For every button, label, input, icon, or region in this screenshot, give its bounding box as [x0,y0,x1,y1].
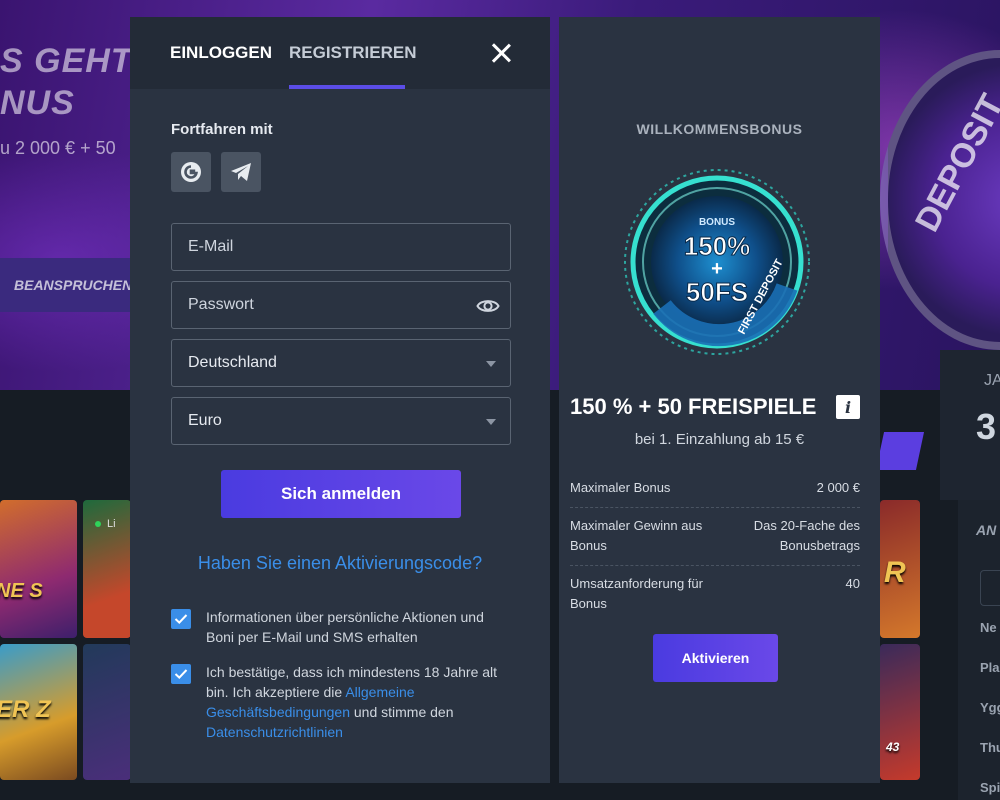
modal-tabs: EINLOGGEN REGISTRIEREN [130,17,550,89]
promo-strip [875,432,925,470]
jackpot-panel: JA 3 [940,350,1000,500]
password-field[interactable] [171,281,511,329]
marketing-consent: Informationen über persönliche Aktionen … [171,607,511,651]
privacy-link[interactable]: Datenschutzrichtlinien [206,724,343,740]
registration-modal: EINLOGGEN REGISTRIEREN Fortfahren mit De… [130,17,550,783]
bonus-detail-row: Umsatzanforderung für Bonus 40 [570,566,860,620]
provider-search-input[interactable] [980,570,1000,606]
terms-consent-text: Ich bestätige, dass ich mindestens 18 Ja… [206,664,498,740]
bonus-detail-label: Maximaler Gewinn aus Bonus [570,518,703,553]
bonus-header: WILLKOMMENSBONUS [636,121,803,137]
providers-heading: AN [976,522,997,538]
register-submit-button[interactable]: Sich anmelden [221,470,461,518]
svg-text:BONUS: BONUS [699,217,735,228]
bonus-subtitle: bei 1. Einzahlung ab 15 € [634,431,805,448]
game-tile[interactable]: NE S [0,500,77,638]
provider-item[interactable]: Thu [980,740,1000,755]
country-select[interactable]: Deutschland [171,339,511,387]
country-value: Deutschland [188,354,277,371]
live-badge: Li [95,518,116,530]
password-input[interactable] [172,282,510,328]
marketing-consent-text: Informationen über persönliche Aktionen … [206,609,484,645]
claim-button[interactable]: BEANSPRUCHEN [0,258,130,312]
bonus-detail-value: 40 [845,576,860,591]
currency-select[interactable]: Euro [171,397,511,445]
tab-register[interactable]: REGISTRIEREN [289,43,417,63]
provider-item[interactable]: Pla [980,660,1000,675]
game-tile[interactable] [83,644,131,780]
bonus-detail-row: Maximaler Bonus 2 000 € [570,469,860,508]
game-tile[interactable]: ER Z [0,644,77,780]
welcome-bonus-panel: WILLKOMMENSBONUS BONUS 150% + 50FS FIRST… [559,17,880,783]
provider-item[interactable]: Ygg [980,700,1000,715]
game-tile-live[interactable]: Li [83,500,131,638]
svg-text:150%: 150% [684,231,751,261]
telegram-login-button[interactable] [221,152,261,192]
close-icon[interactable] [488,40,514,66]
google-login-button[interactable] [171,152,211,192]
marketing-checkbox[interactable] [171,609,191,629]
bonus-detail-label: Maximaler Bonus [570,480,671,495]
provider-item[interactable]: Spi [980,780,1000,795]
check-icon [174,669,188,680]
chevron-down-icon [486,361,496,367]
activate-bonus-button[interactable]: Aktivieren [653,634,778,682]
hero-title: S GEHT' NUS [0,42,142,122]
game-tile[interactable]: 43 [880,644,920,780]
game-tile[interactable]: R [880,500,920,638]
telegram-icon [231,163,251,181]
info-icon[interactable]: i [836,395,860,419]
bonus-detail-row: Maximaler Gewinn aus Bonus Das 20-Fache … [570,508,860,566]
bonus-detail-label: Umsatzanforderung für Bonus [570,576,703,611]
providers-panel: AN Ne Pla Ygg Thu Spi [958,500,1000,800]
activation-code-link[interactable]: Haben Sie einen Aktivierungscode? [130,553,550,574]
hero-subtitle: u 2 000 € + 50 [0,138,116,158]
currency-value: Euro [188,412,222,429]
continue-with-label: Fortfahren mit [171,121,273,138]
bonus-details-table: Maximaler Bonus 2 000 € Maximaler Gewinn… [570,469,860,620]
google-icon [181,162,201,182]
bonus-detail-value: 2 000 € [816,480,860,495]
chevron-down-icon [486,419,496,425]
bonus-badge-image: BONUS 150% + 50FS FIRST DEPOSIT [624,169,810,355]
email-field[interactable] [171,223,511,271]
terms-checkbox[interactable] [171,664,191,684]
provider-item[interactable]: Ne [980,620,997,635]
bonus-detail-value: Das 20-Fache des Bonusbetrags [753,518,860,553]
email-input[interactable] [172,224,510,270]
eye-icon[interactable] [476,294,500,318]
svg-text:50FS: 50FS [686,277,748,307]
check-icon [174,614,188,625]
tab-login[interactable]: EINLOGGEN [170,43,272,63]
promo-graphic: DEPOSIT [880,40,1000,350]
active-tab-indicator [289,85,405,89]
bonus-title: 150 % + 50 FREISPIELE [570,394,817,419]
age-terms-consent: Ich bestätige, dass ich mindestens 18 Ja… [171,662,511,746]
